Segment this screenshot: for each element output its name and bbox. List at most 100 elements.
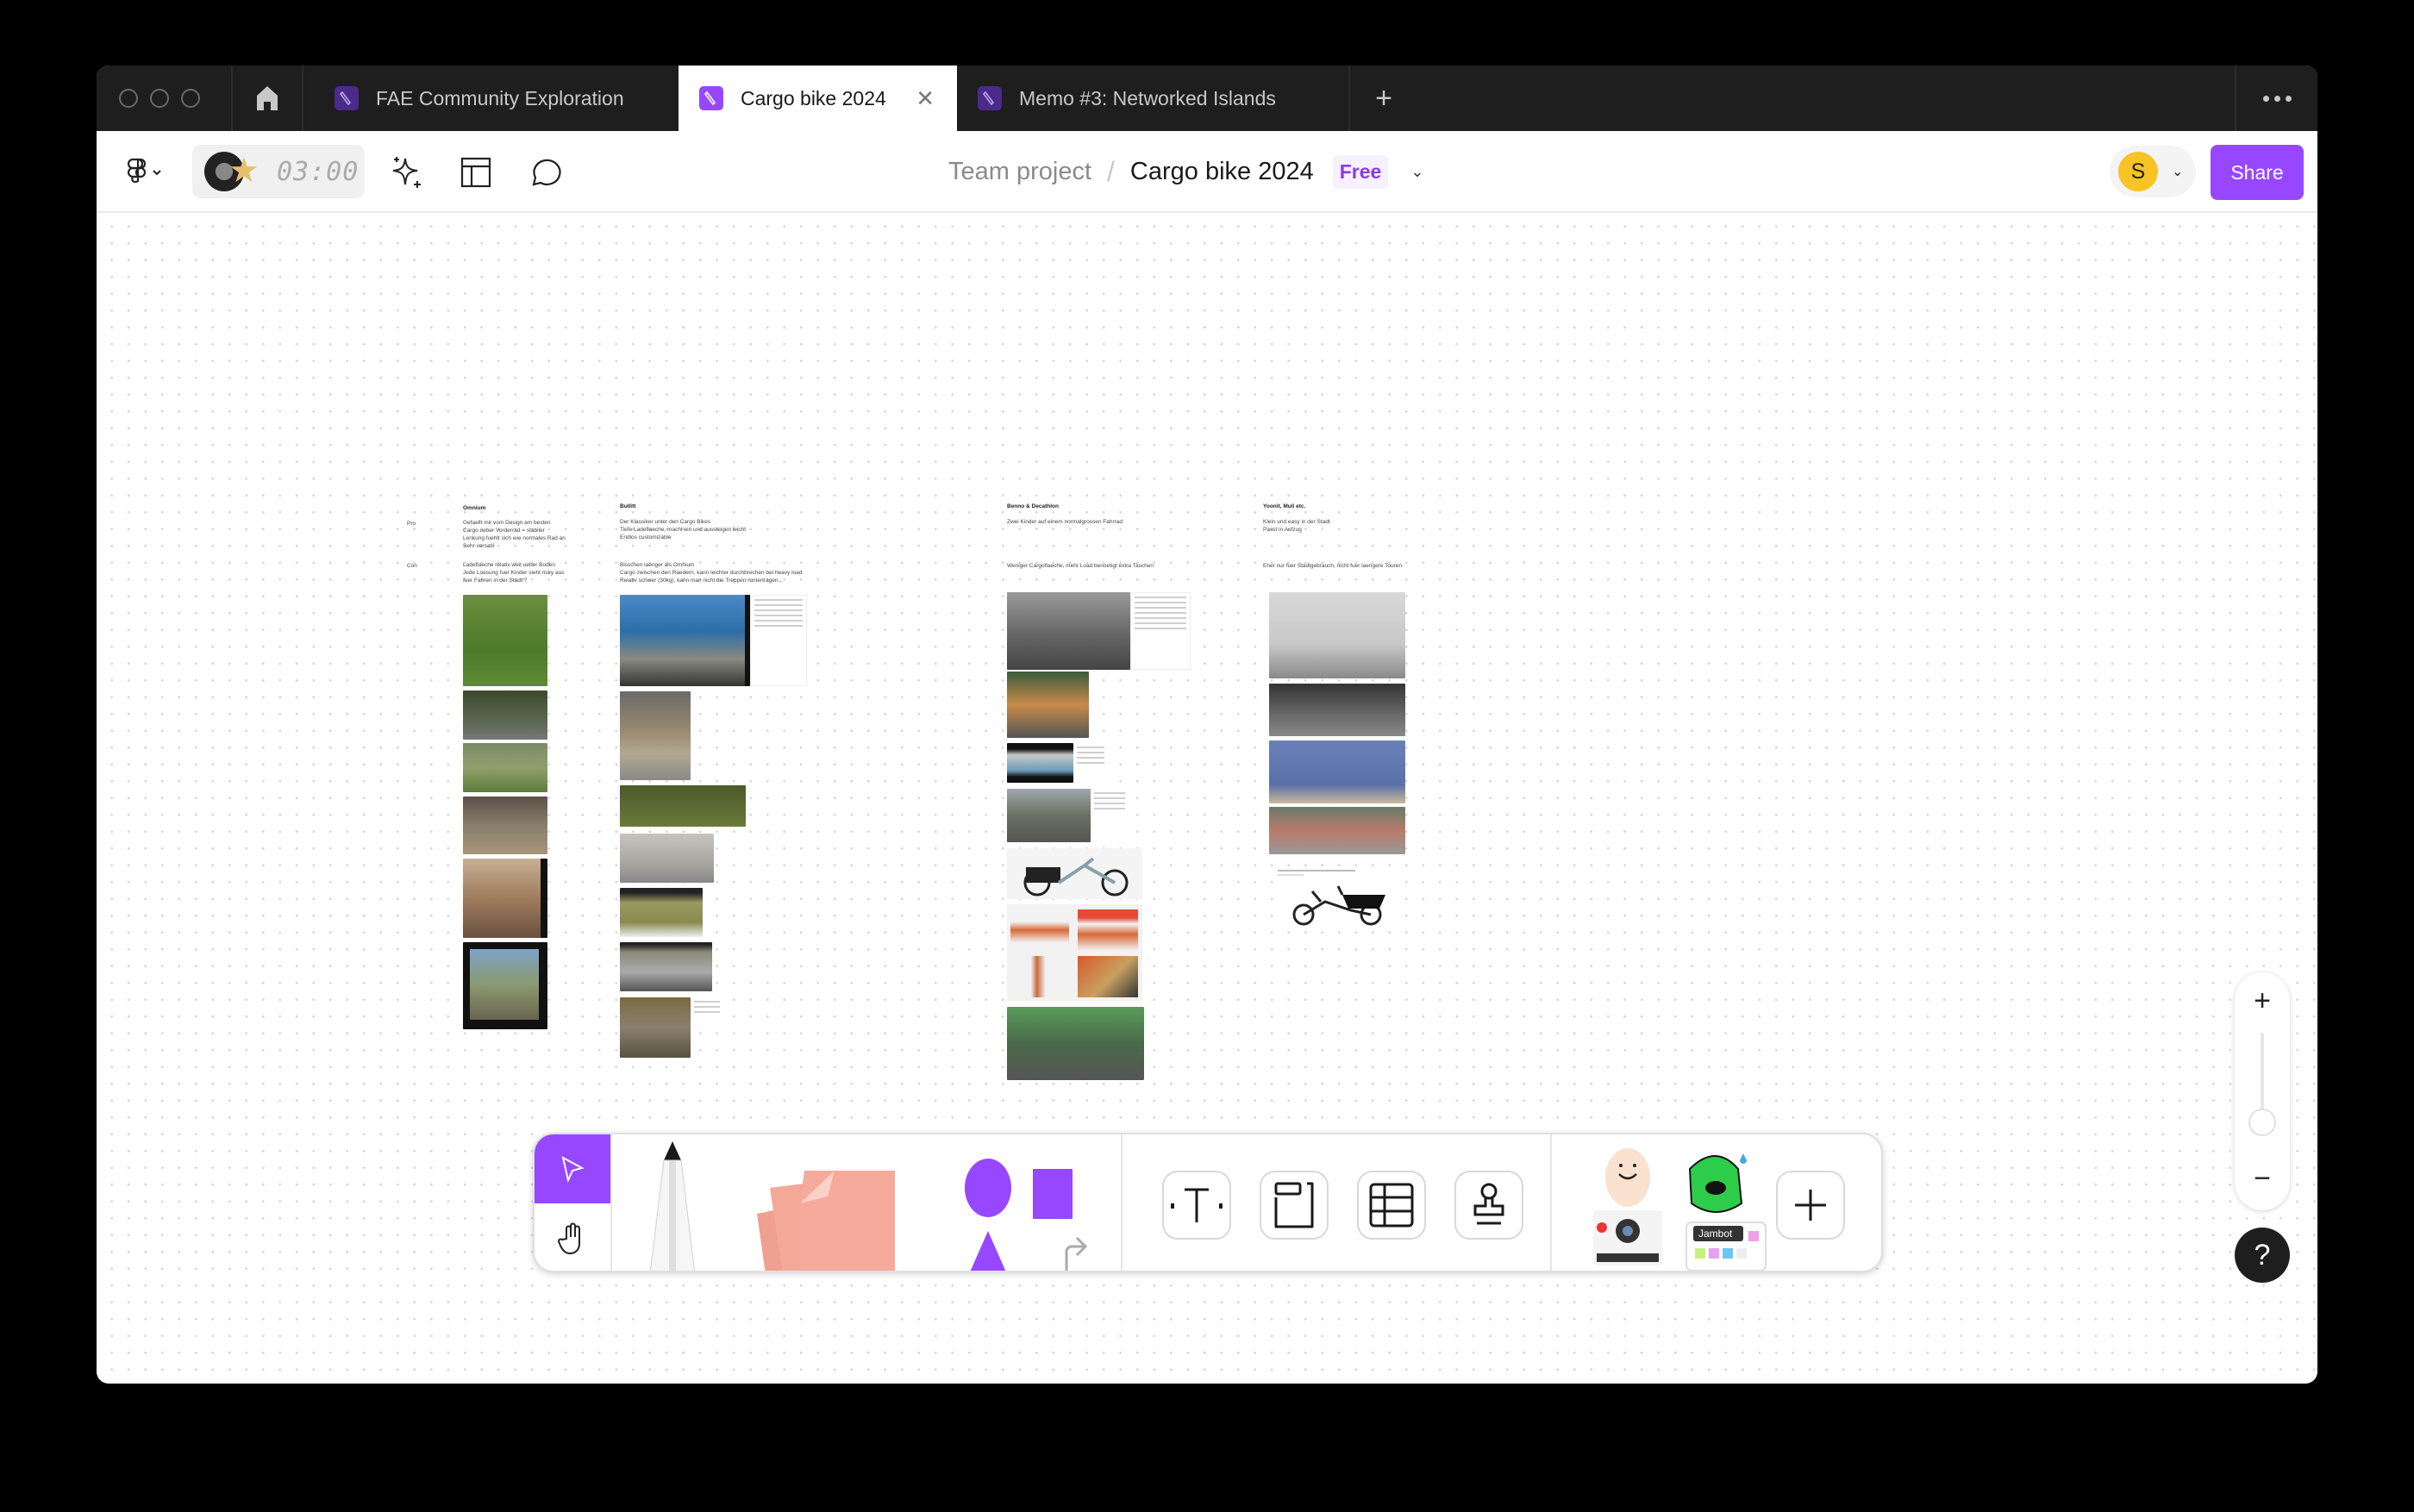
pro-text: Gefaellt mir vom Design am besten Cargo … [463, 519, 566, 550]
bike-illustration [1023, 857, 1129, 897]
social-post-screenshot[interactable] [1130, 592, 1191, 670]
close-window-button[interactable] [119, 89, 138, 108]
tab-memo-networked-islands[interactable]: Memo #3: Networked Islands [957, 66, 1348, 131]
social-post-screenshot[interactable] [750, 595, 807, 686]
connector-arrow-icon [1065, 1236, 1088, 1271]
ai-actions-button[interactable] [381, 131, 433, 213]
bike-photo[interactable] [620, 942, 712, 991]
pro-line: Passt in Aufzug [1263, 527, 1302, 533]
more-options-button[interactable] [2235, 66, 2317, 131]
home-button[interactable] [233, 66, 303, 131]
bike-photo[interactable] [620, 595, 750, 686]
pro-text: Zwei Kinder auf einem normalgrossen Fahr… [1007, 518, 1123, 526]
zoom-out-button[interactable]: − [2235, 1162, 2290, 1196]
file-name[interactable]: Cargo bike 2024 [1130, 158, 1314, 186]
templates-button[interactable] [450, 131, 502, 213]
bike-photo[interactable] [620, 691, 691, 780]
zoom-in-button[interactable]: + [2235, 984, 2290, 1018]
new-tab-button[interactable]: + [1348, 66, 1417, 131]
bike-photo[interactable] [620, 997, 691, 1058]
maximize-window-button[interactable] [181, 89, 200, 108]
bike-photo[interactable] [1007, 672, 1089, 738]
dot-icon [2273, 95, 2280, 102]
main-menu-button[interactable] [116, 131, 176, 213]
bike-photo[interactable] [1007, 592, 1130, 670]
column-title: Omnium [463, 505, 486, 511]
bike-photo[interactable] [1007, 789, 1091, 842]
comments-button[interactable] [519, 131, 571, 213]
section-tool-button[interactable] [1260, 1171, 1329, 1240]
divider [610, 1134, 612, 1271]
pro-line: Gefaellt mir vom Design am besten [463, 520, 551, 526]
bike-photo[interactable] [463, 743, 547, 792]
social-post-screenshot[interactable] [1091, 789, 1129, 842]
plan-badge[interactable]: Free [1332, 155, 1389, 189]
user-menu[interactable]: S ⌄ [2110, 146, 2196, 197]
column-title: Bullitt [620, 503, 636, 509]
share-button[interactable]: Share [2211, 145, 2304, 200]
hand-tool-button[interactable] [535, 1203, 610, 1271]
tab-label: Cargo bike 2024 [741, 86, 886, 109]
bike-photo[interactable] [620, 888, 703, 937]
con-line: Relativ schwer (30kg), kann man nicht di… [620, 578, 783, 584]
file-menu-chevron-icon[interactable]: ⌄ [1410, 163, 1423, 181]
bike-photo[interactable] [463, 690, 547, 740]
pro-text: Klein und easy in der Stadt Passt in Auf… [1263, 518, 1330, 534]
comment-icon [532, 159, 561, 186]
table-tool-button[interactable] [1357, 1171, 1426, 1240]
social-post-screenshot[interactable] [691, 997, 723, 1032]
dot-icon [2262, 95, 2269, 102]
hand-icon [558, 1222, 580, 1255]
avatar: S [2118, 152, 2158, 191]
stickers-widgets-button[interactable]: Jambot [1586, 1134, 1785, 1271]
sticky-note-tool-button[interactable] [748, 1134, 929, 1271]
social-post-screenshot[interactable] [1073, 743, 1108, 783]
zoom-slider-thumb[interactable] [2248, 1109, 2276, 1136]
decathlon-product-grid[interactable] [1007, 904, 1142, 1001]
help-button[interactable]: ? [2235, 1228, 2290, 1283]
pro-line: Sehr versatil [463, 543, 495, 549]
marker-tool-button[interactable] [629, 1134, 716, 1271]
bike-photo[interactable] [1269, 592, 1405, 678]
select-tool-button[interactable] [535, 1134, 610, 1203]
timer-widget[interactable]: ★ 03:00 [192, 145, 365, 198]
bike-photo[interactable] [463, 859, 547, 938]
stamp-tool-button[interactable] [1454, 1171, 1523, 1240]
minimize-window-button[interactable] [150, 89, 169, 108]
con-text: Eher nur fuer Stadtgebrauch, nicht fuer … [1263, 562, 1402, 570]
bike-photo[interactable] [620, 785, 746, 827]
close-tab-icon[interactable]: ✕ [916, 85, 935, 112]
app-window: FAE Community Exploration Cargo bike 202… [97, 66, 2317, 1384]
bike-photo[interactable] [1269, 684, 1405, 736]
bike-photo[interactable] [1269, 740, 1405, 803]
marker-icon [649, 1141, 696, 1271]
pro-line: Zwei Kinder auf einem normalgrossen Fahr… [1007, 519, 1123, 525]
tab-cargo-bike-2024[interactable]: Cargo bike 2024 ✕ [679, 66, 957, 131]
connector-tool-button[interactable] [1048, 1229, 1099, 1271]
zoom-controls: + − [2235, 972, 2290, 1210]
divider [1550, 1134, 1552, 1271]
dot-icon [2285, 95, 2292, 102]
decathlon-bike-product-image[interactable] [1007, 848, 1142, 899]
breadcrumb-team[interactable]: Team project [948, 158, 1091, 186]
yoonit-product-image[interactable] [1278, 868, 1403, 928]
section-icon [1274, 1182, 1314, 1228]
add-more-button[interactable] [1776, 1171, 1845, 1240]
bike-photo[interactable] [463, 595, 547, 686]
bike-photo[interactable] [463, 797, 547, 854]
tab-label: FAE Community Exploration [376, 86, 624, 109]
sticky-note-icon [757, 1171, 895, 1271]
bike-photo[interactable] [1269, 807, 1405, 854]
text-tool-button[interactable] [1162, 1171, 1231, 1240]
figjam-file-icon [978, 86, 1002, 110]
pro-line: Cargo ueber Vorderrad = stabiler [463, 528, 545, 534]
bike-photo[interactable] [620, 834, 714, 883]
window-controls [97, 66, 233, 131]
bike-photo[interactable] [463, 942, 547, 1029]
bike-photo[interactable] [1007, 743, 1073, 783]
con-text: Ladeflaeche relativ weit ueber Boden Jed… [463, 561, 564, 584]
stickers-icon: Jambot [1590, 1145, 1767, 1271]
star-icon: ★ [228, 152, 260, 190]
bike-photo[interactable] [1007, 1007, 1144, 1080]
chevron-down-icon: ⌄ [2172, 165, 2184, 179]
